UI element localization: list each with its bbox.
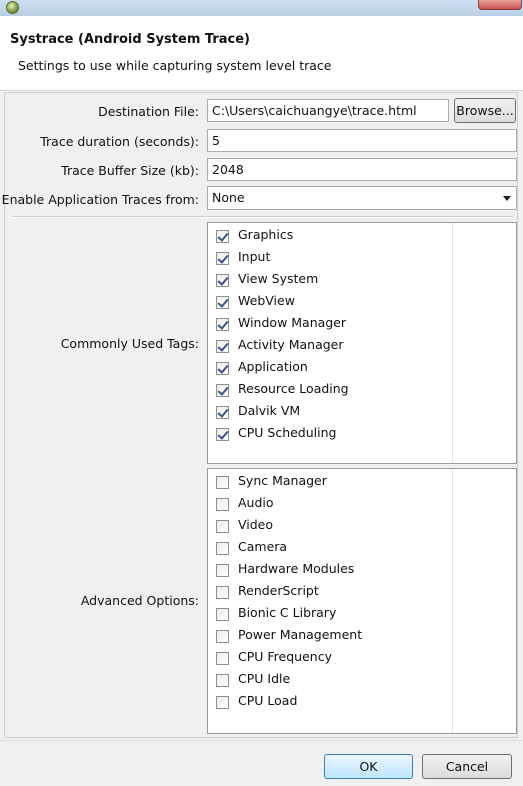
checkbox[interactable] [216, 586, 229, 599]
settings-panel: Destination File: Browse... Trace durati… [1, 92, 518, 738]
common-tags-label: Commonly Used Tags: [60, 336, 199, 351]
advanced-options-label: Advanced Options: [80, 593, 199, 608]
checkbox[interactable] [216, 296, 229, 309]
checkbox[interactable] [216, 230, 229, 243]
trace-duration-input[interactable] [207, 129, 517, 152]
app-traces-label: Enable Application Traces from: [1, 192, 199, 207]
checkbox[interactable] [216, 274, 229, 287]
checkbox[interactable] [216, 652, 229, 665]
cancel-button[interactable]: Cancel [422, 754, 512, 779]
checkbox[interactable] [216, 428, 229, 441]
list-column-divider [452, 469, 453, 733]
checkbox[interactable] [216, 318, 229, 331]
checkbox[interactable] [216, 696, 229, 709]
ok-button[interactable]: OK [324, 754, 413, 779]
trace-buffer-size-input[interactable] [207, 158, 517, 181]
checkbox[interactable] [216, 406, 229, 419]
checkbox[interactable] [216, 476, 229, 489]
checkbox[interactable] [216, 608, 229, 621]
checkbox[interactable] [216, 498, 229, 511]
checkbox[interactable] [216, 542, 229, 555]
checkbox[interactable] [216, 564, 229, 577]
checkbox[interactable] [216, 674, 229, 687]
destination-file-input[interactable] [207, 99, 449, 122]
trace-duration-label: Trace duration (seconds): [40, 134, 199, 149]
app-traces-selected-value: None [212, 190, 245, 205]
dialog-header: Systrace (Android System Trace) Settings… [0, 16, 523, 91]
destination-file-label: Destination File: [98, 104, 199, 119]
dialog-title: Systrace (Android System Trace) [10, 32, 250, 47]
footer-divider [0, 740, 523, 741]
trace-buffer-size-label: Trace Buffer Size (kb): [61, 163, 199, 178]
close-icon[interactable] [478, 0, 522, 10]
checkbox[interactable] [216, 384, 229, 397]
dialog-subtitle: Settings to use while capturing system l… [18, 58, 332, 73]
checkbox[interactable] [216, 520, 229, 533]
window-title-bar[interactable] [0, 0, 523, 16]
browse-button[interactable]: Browse... [454, 98, 516, 123]
app-traces-select[interactable]: None [207, 186, 517, 210]
checkbox[interactable] [216, 630, 229, 643]
checkbox[interactable] [216, 340, 229, 353]
checkbox[interactable] [216, 362, 229, 375]
divider [13, 216, 513, 218]
android-icon [6, 1, 19, 14]
list-column-divider [452, 223, 453, 463]
common-tags-list: Graphics Input View System WebView Windo… [207, 222, 517, 464]
checkbox[interactable] [216, 252, 229, 265]
advanced-options-list: Sync Manager Audio Video Camera Hardware… [207, 468, 517, 734]
chevron-down-icon [503, 196, 511, 201]
